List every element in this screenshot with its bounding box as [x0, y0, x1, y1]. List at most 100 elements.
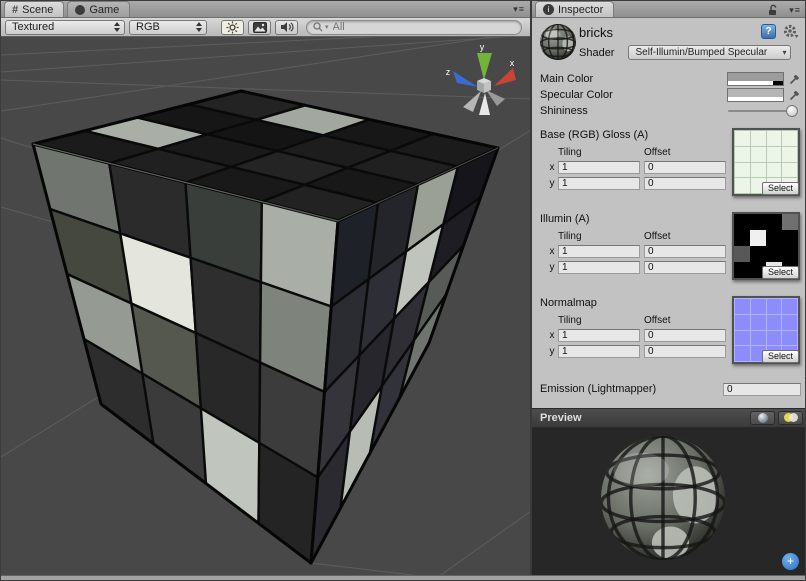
eyedropper-icon[interactable]	[789, 73, 801, 85]
offset-x-input[interactable]	[644, 329, 726, 342]
offset-y-input[interactable]	[644, 177, 726, 190]
material-preview-sphere	[532, 428, 806, 580]
material-header: bricks Shader Self-Illumin/Bumped Specul…	[532, 18, 806, 63]
texture-section-base: Base (RGB) Gloss (A) TilingOffset x y Se…	[532, 127, 806, 203]
gizmo-gray-cone[interactable]	[463, 91, 481, 112]
offset-y-input[interactable]	[644, 345, 726, 358]
render-mode-value: RGB	[136, 21, 190, 33]
gizmo-y-cone[interactable]	[477, 53, 492, 80]
shader-value: Self-Illumin/Bumped Specular	[635, 47, 782, 58]
emission-row: Emission (Lightmapper)	[532, 381, 806, 397]
search-filter-arrow-icon[interactable]: ▾	[325, 23, 329, 31]
unity-editor-window: # Scene Game ▾≡ Textured RGB	[0, 0, 806, 581]
tiling-header: Tiling	[558, 147, 644, 158]
help-icon[interactable]: ?	[761, 24, 776, 39]
tab-game-label: Game	[89, 4, 119, 16]
offset-x-input[interactable]	[644, 161, 726, 174]
orientation-gizmo[interactable]: y x z	[446, 42, 516, 115]
info-icon: i	[543, 4, 554, 15]
specular-color-swatch[interactable]	[727, 88, 784, 102]
tab-game[interactable]: Game	[67, 1, 130, 17]
preview-panel: Preview +	[532, 408, 806, 581]
inspector-panel: i Inspector ▾≡ bricks Shader Self-Illumi…	[532, 1, 806, 581]
add-icon[interactable]: +	[782, 553, 799, 570]
gizmo-x-cone[interactable]	[494, 68, 516, 86]
tiling-x-input[interactable]	[558, 161, 640, 174]
texture-thumbnail-base[interactable]: Select	[732, 128, 800, 196]
tiling-y-input[interactable]	[558, 177, 640, 190]
preview-mesh-button[interactable]	[750, 411, 775, 425]
offset-x-input[interactable]	[644, 245, 726, 258]
gizmo-gray-cone[interactable]	[486, 90, 505, 106]
texture-thumbnail-illumin[interactable]: Select	[732, 212, 800, 280]
tiling-x-input[interactable]	[558, 245, 640, 258]
tiling-header: Tiling	[558, 231, 644, 242]
emission-input[interactable]	[723, 383, 801, 396]
preview-header[interactable]: Preview	[532, 408, 806, 428]
tab-scene[interactable]: # Scene	[4, 1, 64, 17]
sphere-icon	[758, 413, 768, 423]
preview-lighting-button[interactable]	[778, 411, 803, 425]
scene-lighting-toggle[interactable]	[221, 20, 244, 35]
lock-open-icon[interactable]	[768, 4, 778, 16]
main-color-swatch[interactable]	[727, 72, 784, 86]
menu-icon[interactable]: ▾≡	[789, 5, 801, 15]
texture-section-illumin: Illumin (A) TilingOffset x y Select	[532, 211, 806, 287]
search-input[interactable]	[331, 20, 481, 34]
specular-color-row: Specular Color	[532, 87, 806, 103]
tiling-y-input[interactable]	[558, 261, 640, 274]
bricks-cube-object[interactable]	[33, 91, 498, 563]
window-bottom-edge	[1, 575, 805, 580]
gizmo-y-label: y	[480, 42, 485, 52]
scene-panel-menu-icon[interactable]: ▾≡	[513, 4, 525, 14]
game-icon	[75, 5, 85, 15]
inspector-tabbar: i Inspector ▾≡	[532, 1, 806, 18]
gizmo-x-label: x	[510, 58, 515, 68]
texture-thumbnail-normalmap[interactable]: Select	[732, 296, 800, 364]
select-button[interactable]: Select	[762, 350, 799, 363]
shader-label: Shader	[579, 47, 614, 59]
render-mode-dropdown[interactable]: RGB	[129, 20, 207, 35]
dual-light-icon	[784, 413, 798, 423]
eyedropper-icon[interactable]	[789, 89, 801, 101]
scene-grid-icon: #	[12, 4, 18, 16]
scene-viewport[interactable]: y x z	[1, 37, 531, 581]
gizmo-gray-cone[interactable]	[479, 93, 490, 115]
draw-mode-value: Textured	[12, 21, 108, 33]
tab-scene-label: Scene	[22, 4, 53, 16]
offset-header: Offset	[644, 231, 671, 242]
inspector-panel-menu-icon[interactable]: ▾≡	[768, 4, 801, 16]
gizmo-z-cone[interactable]	[453, 71, 478, 87]
slider-knob[interactable]	[786, 105, 798, 117]
main-color-label: Main Color	[540, 73, 727, 85]
inspector-body: bricks Shader Self-Illumin/Bumped Specul…	[532, 18, 806, 408]
gear-icon[interactable]	[783, 24, 799, 39]
preview-title: Preview	[540, 412, 747, 424]
chevron-down-icon: ▾	[782, 48, 786, 57]
scene-search-field[interactable]: ▾	[306, 20, 522, 35]
offset-y-input[interactable]	[644, 261, 726, 274]
sun-icon	[226, 21, 239, 34]
tiling-x-input[interactable]	[558, 329, 640, 342]
tab-inspector[interactable]: i Inspector	[535, 1, 614, 17]
scene-audio-toggle[interactable]	[275, 20, 298, 35]
shininess-slider[interactable]	[728, 104, 798, 118]
scene-tabbar: # Scene Game ▾≡	[1, 1, 531, 18]
specular-color-label: Specular Color	[540, 89, 727, 101]
scene-render-settings-button[interactable]	[248, 20, 271, 35]
gizmo-z-label: z	[446, 67, 451, 77]
material-preview-thumbnail[interactable]	[539, 23, 577, 61]
offset-header: Offset	[644, 147, 671, 158]
shininess-label: Shininess	[540, 105, 728, 117]
select-button[interactable]: Select	[762, 266, 799, 279]
shader-dropdown[interactable]: Self-Illumin/Bumped Specular ▾	[628, 45, 791, 60]
material-name: bricks	[579, 25, 613, 40]
scene-3d-view: y x z	[1, 37, 531, 581]
preview-body[interactable]: +	[532, 428, 806, 580]
tiling-y-input[interactable]	[558, 345, 640, 358]
stepper-arrows-icon	[196, 22, 202, 32]
draw-mode-dropdown[interactable]: Textured	[5, 20, 125, 35]
tiling-header: Tiling	[558, 315, 644, 326]
select-button[interactable]: Select	[762, 182, 799, 195]
search-icon	[313, 22, 323, 32]
